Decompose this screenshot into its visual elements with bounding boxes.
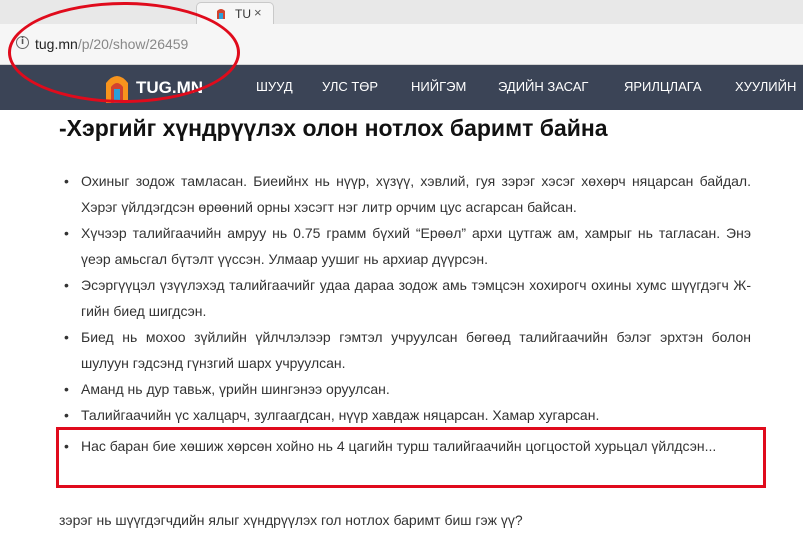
evidence-list: Охиныг зодож тамласан. Биеийнх нь нүүр, … xyxy=(61,168,751,459)
nav-item-society[interactable]: НИЙГЭМ xyxy=(411,79,466,94)
closing-question: зэрэг нь шүүгдэгчдийн ялыг хүндрүүлэх го… xyxy=(59,512,523,528)
tab-close-icon[interactable]: × xyxy=(254,5,262,20)
nav-item-politics[interactable]: УЛС ТӨР xyxy=(322,79,378,94)
nav-item-live[interactable]: ШУУД xyxy=(256,79,293,94)
nav-item-interview[interactable]: ЯРИЛЦЛАГА xyxy=(624,79,702,94)
highlight-annotation-box xyxy=(56,427,766,488)
tab-title: TU xyxy=(235,7,251,21)
article-title: -Хэргийг хүндрүүлэх олон нотлох баримт б… xyxy=(59,115,608,141)
list-item: Эсэргүүцэл үзүүлэхэд талийгаачийг удаа д… xyxy=(61,272,751,324)
list-item: Охиныг зодож тамласан. Биеийнх нь нүүр, … xyxy=(61,168,751,220)
list-item: Талийгаачийн үс халцарч, зулгаагдсан, нү… xyxy=(61,402,751,428)
nav-item-law[interactable]: ХУУЛИЙН xyxy=(735,79,796,94)
nav-item-economy[interactable]: ЭДИЙН ЗАСАГ xyxy=(498,79,588,94)
list-item: Хүчээр талийгаачийн амруу нь 0.75 грамм … xyxy=(61,220,751,272)
list-item: Аманд нь дур тавьж, үрийн шингэнээ оруул… xyxy=(61,376,751,402)
tug-favicon-icon xyxy=(217,9,225,19)
url-annotation-oval xyxy=(8,2,240,103)
list-item: Биед нь мохоо зүйлийн үйлчлэлээр гэмтэл … xyxy=(61,324,751,376)
